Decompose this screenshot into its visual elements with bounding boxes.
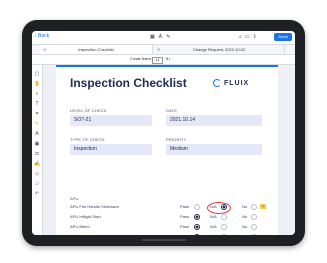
home-indicator (142, 239, 186, 241)
underline-icon[interactable]: A (34, 131, 40, 138)
checklist-item-label: APU Electrical (70, 233, 96, 235)
pass-option-label: Pass (180, 233, 189, 235)
tab-label: Inspection Checklist (78, 47, 114, 52)
comment-note-icon[interactable]: ≡ (260, 204, 266, 209)
shapes-icon[interactable]: ◇ (34, 171, 40, 178)
close-icon[interactable]: ✕ (43, 45, 46, 54)
crop-icon[interactable]: ⌗ (34, 111, 40, 118)
text-tool-icon[interactable]: T (34, 101, 40, 108)
tool-group: ▦ A ✎ (150, 33, 170, 41)
tool-sidebar: ▢ ✋ ⌕ T ⌗ ✎ A ▣ ◘ ✍ ◇ ▱ ↶ (32, 65, 43, 235)
pass-option-label: Pass (180, 204, 189, 209)
na-option-label: N/A (210, 224, 217, 229)
checklist-row: APU Bleed Pass N/A No (70, 223, 270, 231)
top-toolbar: ‹ Back ▦ A ✎ ⌕ ▭ ⇪ Done (32, 31, 295, 45)
no-radio[interactable] (251, 214, 257, 220)
priority-label: PRIORITY (166, 137, 187, 142)
date-field[interactable]: 2021.10.14 (166, 115, 262, 126)
box-icon[interactable]: ▢ (34, 71, 40, 78)
pass-option-label: Pass (180, 224, 189, 229)
no-option-label: No (242, 214, 248, 219)
no-radio[interactable] (251, 204, 257, 210)
pass-radio[interactable] (194, 214, 200, 220)
na-radio[interactable] (221, 224, 227, 230)
checklist-row: APU Fire Handle Shutdown Pass N/A No ≡ (70, 202, 270, 214)
pass-option-label: Pass (180, 214, 189, 219)
level-of-check-label: LEVEL OF CHECK (70, 108, 107, 113)
na-radio[interactable] (221, 234, 227, 235)
pass-radio[interactable] (194, 234, 200, 235)
checklist-row: APU Electrical Pass N/A No (70, 233, 270, 235)
eraser-icon[interactable]: ▱ (34, 181, 40, 188)
no-radio[interactable] (251, 224, 257, 230)
no-option-label: No (242, 233, 247, 235)
back-button[interactable]: ‹ Back (35, 33, 49, 39)
hand-icon[interactable]: ✋ (34, 81, 40, 88)
done-button[interactable]: Done (274, 33, 292, 41)
type-of-check-field[interactable]: Inspection (70, 144, 152, 155)
undo-icon[interactable]: ↶ (34, 191, 40, 198)
na-option-label: N/A (210, 233, 217, 235)
field-properties-bar: Create Name 14 B I (32, 55, 295, 65)
font-size-field[interactable]: 14 (152, 57, 163, 64)
document-page: Inspection Checklist FLUIX LEVEL OF CHEC… (56, 65, 278, 235)
checklist-item-label: APU Fire Handle Shutdown (70, 204, 119, 209)
fluix-logo-icon (213, 79, 221, 87)
no-radio[interactable] (251, 234, 257, 235)
fluix-logo-text: FLUIX (224, 79, 250, 87)
tablet-frame: ‹ Back ▦ A ✎ ⌕ ▭ ⇪ Done ✕ Inspection Che… (22, 20, 305, 246)
grid-icon[interactable]: ▦ (150, 33, 155, 41)
level-of-check-field[interactable]: SO7-21 (70, 115, 152, 126)
image-icon[interactable]: ▣ (34, 141, 40, 148)
type-of-check-label: TYPE OF CHECK (70, 137, 105, 142)
upload-icon[interactable]: ⇪ (253, 33, 257, 41)
tab-change-request[interactable]: ✕ Change Request, 2022.10.02 (154, 45, 285, 54)
pass-radio[interactable] (194, 224, 200, 230)
tab-row: ✕ Inspection Checklist ✕ Change Request,… (32, 45, 295, 55)
no-option-label: No (242, 204, 248, 209)
section-label: APU (70, 196, 79, 201)
fluix-logo: FLUIX (213, 79, 249, 87)
share-icon[interactable]: ▭ (245, 33, 250, 41)
tab-label: Change Request, 2022.10.02 (192, 47, 246, 52)
date-label: DATE (166, 108, 178, 113)
na-option-label: N/A (210, 214, 217, 219)
no-option-label: No (242, 224, 248, 229)
checklist-row: APU Inflight Start Pass N/A No (70, 213, 270, 221)
tab-inspection-checklist[interactable]: ✕ Inspection Checklist (40, 45, 153, 54)
checklist-item-label: APU Inflight Start (70, 214, 101, 219)
close-icon[interactable]: ✕ (157, 45, 160, 54)
na-radio[interactable] (221, 214, 227, 220)
right-tool-group: ⌕ ▭ ⇪ (239, 33, 257, 41)
pass-radio[interactable] (194, 204, 200, 210)
text-icon[interactable]: A (159, 33, 162, 41)
screen: ‹ Back ▦ A ✎ ⌕ ▭ ⇪ Done ✕ Inspection Che… (32, 31, 295, 235)
search-icon[interactable]: ⌕ (239, 33, 242, 41)
pen-icon[interactable]: ✎ (166, 33, 170, 41)
signature-icon[interactable]: ✍ (34, 161, 40, 168)
zoom-icon[interactable]: ⌕ (34, 91, 40, 98)
field-name-label: Create Name (130, 57, 152, 61)
highlighter-icon[interactable]: ✎ (34, 121, 40, 128)
priority-field[interactable]: Medium (166, 144, 262, 155)
page-title: Inspection Checklist (70, 76, 187, 90)
stamp-icon[interactable]: ◘ (34, 151, 40, 158)
checklist-item-label: APU Bleed (70, 224, 90, 229)
format-buttons[interactable]: B I (166, 55, 170, 64)
